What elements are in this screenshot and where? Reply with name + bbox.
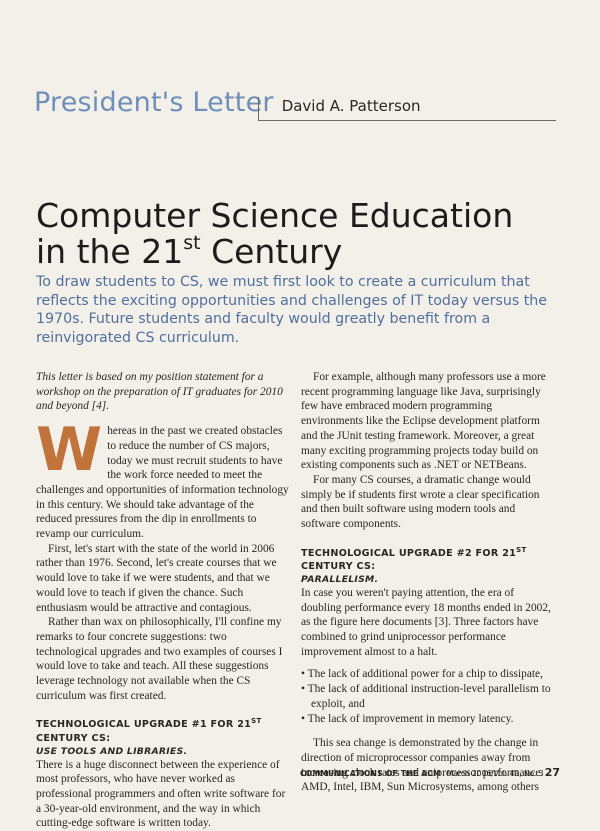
- subheading-superscript: st: [251, 717, 262, 726]
- subheading: Technological Upgrade #1 for 21st Centur…: [36, 715, 289, 744]
- subheading-text: Century CS:: [36, 732, 111, 744]
- header-rule-vertical: [258, 97, 259, 120]
- article-deck: To draw students to CS, we must first lo…: [36, 274, 548, 346]
- column-left: This letter is based on my position stat…: [36, 370, 289, 831]
- column-right: For example, although many professors us…: [301, 370, 556, 795]
- subheading-text: Technological Upgrade #2 for 21: [301, 547, 517, 559]
- bullet-item: • The lack of additional instruction-lev…: [301, 683, 551, 710]
- intro-note: This letter is based on my position stat…: [36, 371, 283, 413]
- paragraph: There is a huge disconnect between the e…: [36, 758, 286, 830]
- drop-cap: W: [36, 415, 103, 486]
- publication-name: COMMUNICATIONS OF THE ACM: [300, 769, 441, 778]
- author-name: David A. Patterson: [281, 97, 421, 115]
- paragraph: For many CS courses, a dramatic change w…: [301, 473, 540, 531]
- title-line-2-pre: in the 21: [36, 232, 184, 271]
- page-number: 27: [544, 766, 560, 779]
- subheading: Technological Upgrade #2 for 21st Centur…: [301, 544, 556, 573]
- paragraph: For example, although many professors us…: [301, 371, 546, 472]
- paragraph: Whereas in the past we created obstacles…: [36, 415, 289, 542]
- section-title: President's Letter: [34, 87, 274, 118]
- title-superscript: st: [183, 232, 201, 254]
- title-line-1: Computer Science Education: [36, 196, 514, 235]
- paragraph: In case you weren't paying attention, th…: [301, 586, 551, 658]
- subheading-detail: Use Tools and Libraries.: [36, 745, 188, 757]
- header-rule: [258, 120, 556, 121]
- department-header: President's Letter David A. Patterson: [34, 88, 560, 118]
- paragraph: Rather than wax on philosophically, I'll…: [36, 616, 283, 702]
- subheading-text: Technological Upgrade #1 for 21: [36, 719, 252, 731]
- page-footer: COMMUNICATIONS OF THE ACM March 2006/Vol…: [300, 766, 560, 779]
- subheading-text: Century CS:: [301, 560, 376, 572]
- paragraph: First, let's start with the state of the…: [36, 542, 277, 614]
- title-line-2-post: Century: [200, 232, 343, 271]
- issue-info: March 2006/Vol. 49, No. 3: [446, 769, 544, 778]
- bullet-item: • The lack of improvement in memory late…: [301, 712, 514, 725]
- subheading-detail: Parallelism.: [301, 573, 379, 585]
- bullet-list: • The lack of additional power for a chi…: [301, 667, 556, 726]
- bullet-item: • The lack of additional power for a chi…: [301, 668, 543, 681]
- article-title: Computer Science Education in the 21st C…: [36, 198, 556, 270]
- subheading-superscript: st: [516, 545, 527, 554]
